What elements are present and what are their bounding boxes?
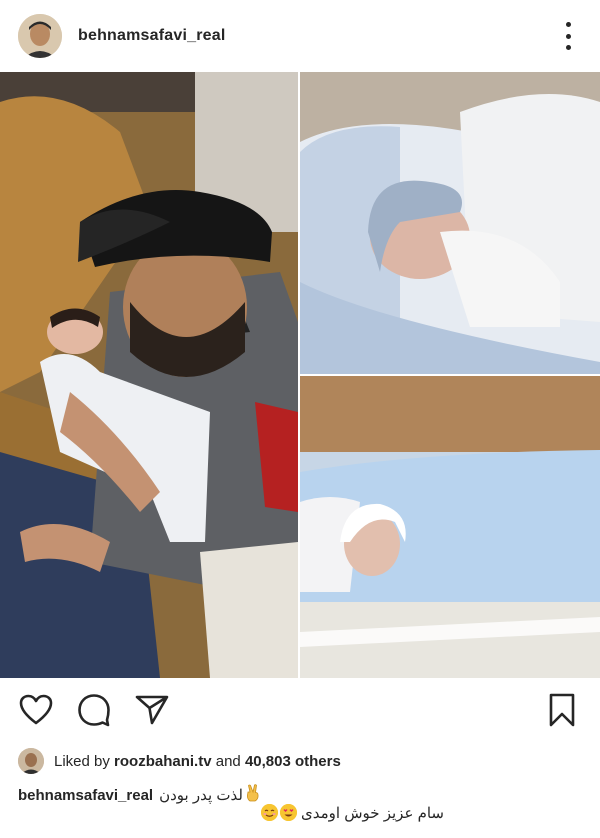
liker-avatar[interactable] [18,748,44,774]
bookmark-icon[interactable] [542,690,582,730]
post-username[interactable]: behnamsafavi_real [78,27,225,45]
more-options-icon[interactable] [564,22,572,50]
caption-username[interactable]: behnamsafavi_real [18,787,153,804]
photo-right-top-panel [300,72,600,375]
likes-count[interactable]: 40,803 others [245,753,341,770]
caption-line2-wrap: سام عزیز خوش اومدی [260,804,444,822]
photo-right-bottom-panel [300,376,600,678]
likes-row: Liked by roozbahani.tv and 40,803 others [18,746,341,776]
victory-hand-emoji [245,784,261,806]
liker-username[interactable]: roozbahani.tv [114,753,212,770]
caption-line2: سام عزیز خوش اومدی [301,805,444,822]
smiling-emoji [260,804,278,821]
comment-icon[interactable] [74,690,114,730]
heart-icon[interactable] [16,690,56,730]
likes-connector: and [215,752,241,770]
post-actions [0,690,600,734]
profile-avatar[interactable] [18,14,62,58]
likes-prefix: Liked by [54,752,110,770]
caption-line1: لذت پدر بودن [159,787,243,804]
caption: behnamsafavi_real لذت پدر بودن [18,784,261,806]
heart-eyes-emoji [279,804,297,821]
post-photo[interactable] [0,72,600,678]
send-icon[interactable] [132,690,172,730]
photo-left-panel [0,72,298,678]
post-header: behnamsafavi_real [0,0,600,72]
